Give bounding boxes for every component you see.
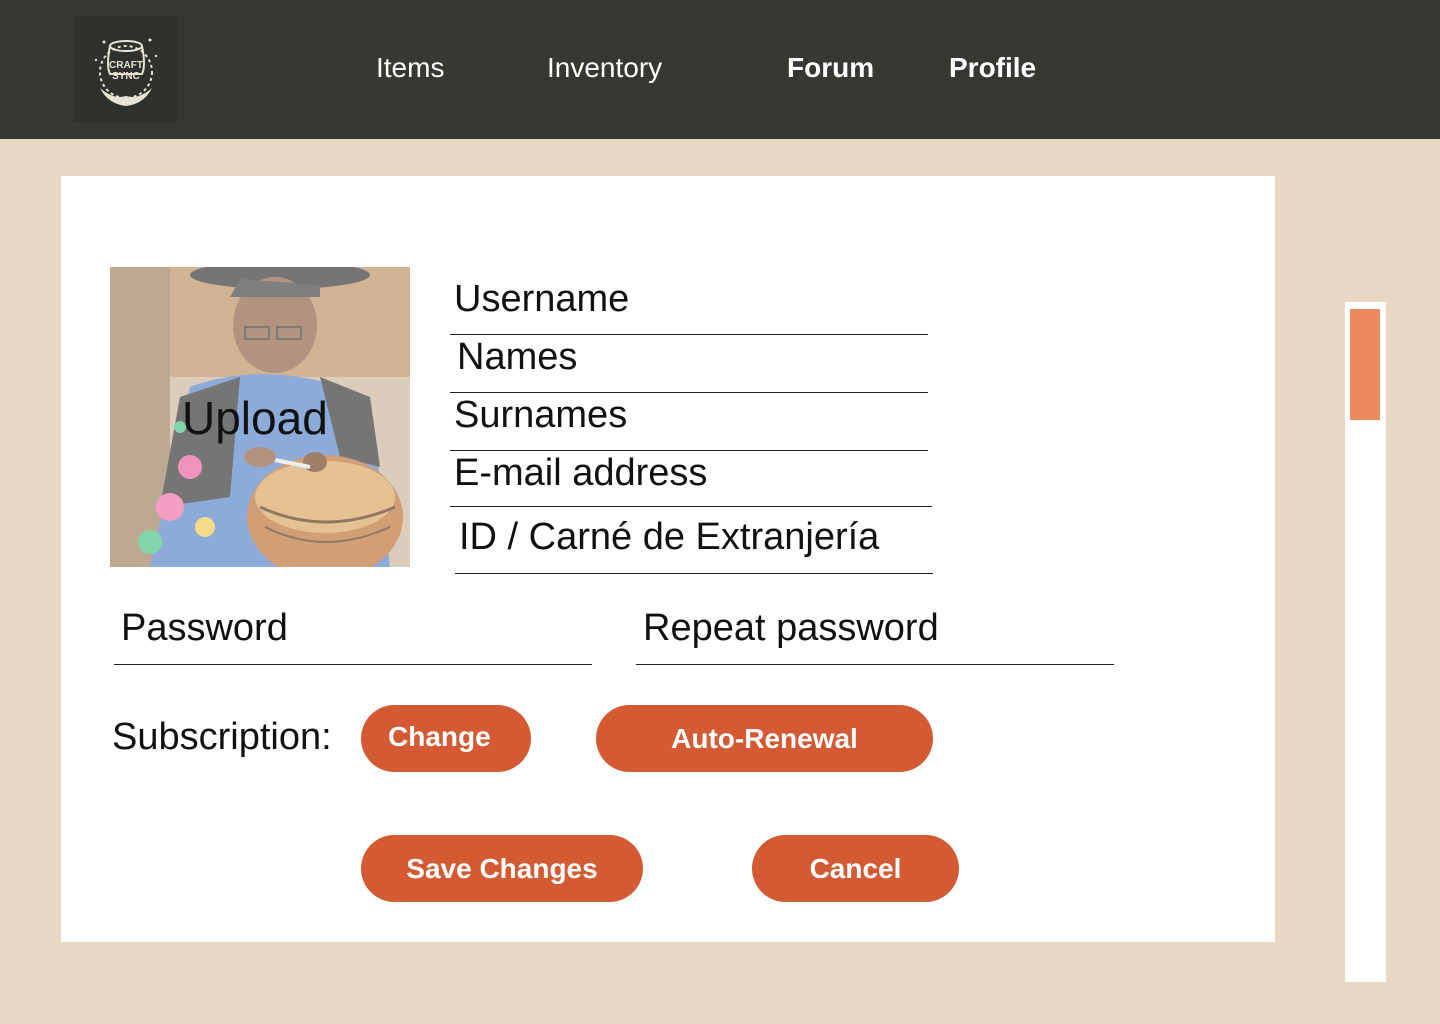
- change-subscription-button[interactable]: Change: [361, 705, 531, 772]
- names-input[interactable]: [453, 336, 928, 379]
- id-document-input[interactable]: [455, 516, 933, 559]
- auto-renewal-button[interactable]: Auto-Renewal: [596, 705, 933, 772]
- names-field[interactable]: [450, 336, 928, 393]
- repeat-password-field[interactable]: [636, 607, 1114, 665]
- craft-sync-logo[interactable]: CRAFT SYNC: [74, 16, 178, 122]
- vertical-scrollbar[interactable]: [1345, 302, 1386, 982]
- surnames-field[interactable]: [450, 394, 928, 451]
- nav-items[interactable]: Items: [376, 48, 444, 88]
- id-document-field[interactable]: [455, 516, 933, 574]
- logo-word-sync: SYNC: [112, 71, 140, 82]
- profile-photo-upload[interactable]: Upload: [110, 267, 410, 567]
- email-input[interactable]: [450, 452, 932, 495]
- nav-forum[interactable]: Forum: [787, 48, 874, 88]
- top-navigation-bar: CRAFT SYNC Items Inventory Forum Profile: [0, 0, 1440, 139]
- logo-word-craft: CRAFT: [109, 60, 143, 71]
- username-field[interactable]: [450, 278, 928, 335]
- surnames-input[interactable]: [450, 394, 928, 437]
- password-input[interactable]: [117, 607, 592, 650]
- password-field[interactable]: [114, 607, 592, 665]
- repeat-password-input[interactable]: [639, 607, 1114, 650]
- nav-inventory[interactable]: Inventory: [547, 48, 662, 88]
- email-field[interactable]: [450, 452, 932, 507]
- save-changes-button[interactable]: Save Changes: [361, 835, 643, 902]
- username-input[interactable]: [450, 278, 928, 321]
- upload-label: Upload: [182, 392, 328, 444]
- cancel-button[interactable]: Cancel: [752, 835, 959, 902]
- nav-profile[interactable]: Profile: [949, 48, 1036, 88]
- scrollbar-thumb[interactable]: [1350, 309, 1380, 420]
- subscription-label: Subscription:: [112, 716, 332, 758]
- logo-icon: CRAFT SYNC: [74, 16, 178, 122]
